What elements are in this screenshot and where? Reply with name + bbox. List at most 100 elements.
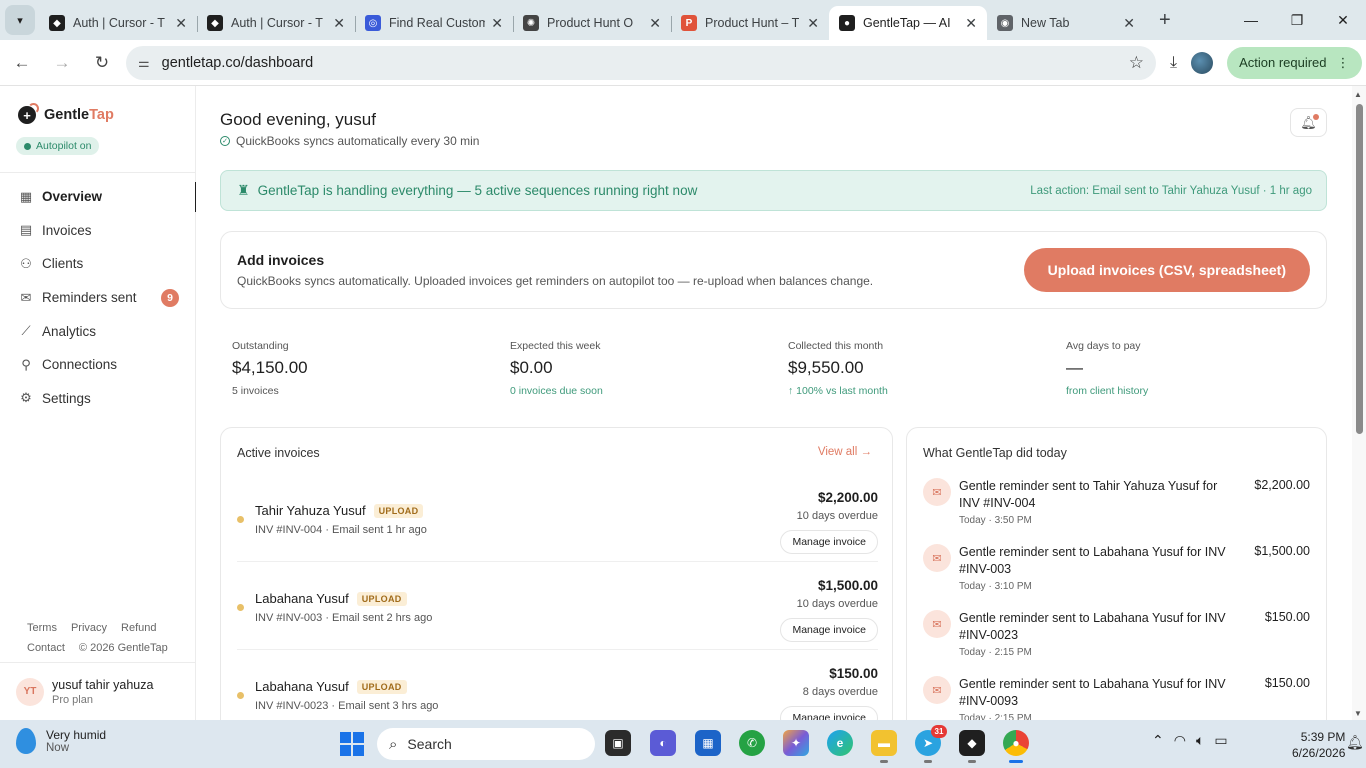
close-window-icon[interactable]: ✕ [1320, 0, 1366, 40]
stat-value: $4,150.00 [232, 358, 308, 377]
activity-amount: $2,200.00 [1254, 478, 1310, 492]
last-action-text: Last action: Email sent to Tahir Yahuza … [1030, 184, 1312, 197]
sidebar-item-overview[interactable]: ▦ Overview [0, 180, 197, 214]
browser-tab[interactable]: P Product Hunt – T ✕ [671, 6, 829, 40]
forward-button[interactable]: → [44, 45, 80, 81]
close-tab-icon[interactable]: ✕ [807, 15, 819, 32]
task-view-icon[interactable]: ▣ [605, 730, 631, 756]
browser-tab-strip: ▾ ◆ Auth | Cursor - T ✕ ◆ Auth | Cursor - T ✕… [0, 0, 1366, 40]
stat-label: Avg days to pay [1066, 340, 1141, 352]
invoice-row[interactable]: Tahir Yahuza Yusuf UPLOAD INV #INV-004 · E… [237, 474, 878, 562]
sidebar-item-clients[interactable]: ⚇ Clients [0, 247, 196, 281]
manage-invoice-button[interactable]: Manage invoice [780, 706, 878, 720]
file-explorer-icon[interactable]: ▬ [871, 730, 897, 763]
close-tab-icon[interactable]: ✕ [649, 15, 661, 32]
copilot-icon[interactable]: ✦ [783, 730, 809, 756]
sidebar-item-settings[interactable]: ⚙ Settings [0, 382, 196, 416]
stat-label: Expected this week [510, 340, 601, 352]
activity-text: Gentle reminder sent to Labahana Yusuf f… [959, 611, 1226, 642]
browser-tab[interactable]: ◎ Find Real Custom ✕ [355, 6, 513, 40]
invoice-client: Labahana Yusuf UPLOAD [255, 679, 407, 694]
add-invoices-card: Add invoices QuickBooks syncs automatica… [220, 231, 1327, 309]
browser-tab[interactable]: ◆ Auth | Cursor - T ✕ [197, 6, 355, 40]
client-name: Labahana Yusuf [255, 679, 349, 694]
invoice-row[interactable]: Labahana Yusuf UPLOAD INV #INV-003 · Email… [237, 562, 878, 650]
action-required-button[interactable]: Action required ⋮ [1227, 46, 1362, 79]
autopilot-banner: ♜ GentleTap is handling everything — 5 a… [220, 170, 1327, 211]
active-invoices-card: Active invoices View all → Tahir Yahuza … [220, 427, 893, 720]
tab-title: Product Hunt – T [705, 16, 800, 30]
tab-search-chevron-icon[interactable]: ▾ [5, 5, 35, 35]
volume-icon[interactable]: 🔈︎ [1196, 732, 1204, 749]
whatsapp-icon[interactable]: ✆ [739, 730, 765, 756]
brand-logo[interactable]: + Gentle Tap [18, 103, 114, 124]
browser-tab[interactable]: ◆ Auth | Cursor - T ✕ [39, 6, 197, 40]
browser-tab[interactable]: ● GentleTap — AI ✕ [829, 6, 987, 40]
manage-invoice-button[interactable]: Manage invoice [780, 530, 878, 554]
privacy-link[interactable]: Privacy [71, 622, 107, 634]
scroll-up-icon[interactable]: ▲ [1354, 90, 1362, 99]
status-dot-icon [237, 516, 244, 523]
close-tab-icon[interactable]: ✕ [333, 15, 345, 32]
profile-avatar[interactable] [1191, 51, 1214, 74]
windows-start-icon[interactable] [340, 732, 364, 756]
check-circle-icon: ✓ [220, 136, 230, 146]
manage-invoice-button[interactable]: Manage invoice [780, 618, 878, 642]
contact-link[interactable]: Contact [27, 642, 65, 654]
wifi-icon[interactable]: ◠ [1174, 732, 1186, 749]
activity-item[interactable]: ✉ Gentle reminder sent to Labahana Yusuf … [923, 676, 1310, 720]
invoice-amount: $2,200.00 [817, 490, 878, 505]
taskbar-search[interactable]: ⌕ Search [377, 728, 595, 760]
notification-center-icon[interactable]: 🔔︎ [1346, 734, 1364, 751]
chevron-up-icon[interactable]: ⌃ [1152, 732, 1164, 749]
battery-icon[interactable]: ▭ [1214, 732, 1227, 749]
download-icon[interactable]: ⤓ [1170, 54, 1177, 72]
site-info-icon[interactable]: ⚌ [138, 55, 150, 71]
store-icon[interactable]: ▦ [695, 730, 721, 756]
browser-tab[interactable]: ✺ Product Hunt O ✕ [513, 6, 671, 40]
activity-item[interactable]: ✉ Gentle reminder sent to Tahir Yahuza Yu… [923, 478, 1310, 544]
close-tab-icon[interactable]: ✕ [1123, 15, 1135, 32]
chrome-taskbar-icon[interactable]: ● [1003, 730, 1029, 763]
meet-icon[interactable]: ◐ [650, 730, 676, 756]
scroll-down-icon[interactable]: ▼ [1354, 709, 1362, 718]
address-bar[interactable]: ⚌ gentletap.co/dashboard ☆ [126, 45, 1156, 80]
user-profile[interactable]: YT yusuf tahir yahuza Pro plan [0, 662, 196, 720]
weather-sub: Now [46, 742, 70, 754]
notifications-button[interactable]: 🔔︎ [1290, 108, 1327, 137]
close-tab-icon[interactable]: ✕ [965, 15, 977, 32]
bookmark-star-icon[interactable]: ☆ [1129, 53, 1144, 73]
back-button[interactable]: ← [4, 45, 40, 81]
invoice-meta: INV #INV-004 · Email sent 1 hr ago [255, 524, 427, 536]
sidebar-item-connections[interactable]: ⚲ Connections [0, 348, 196, 382]
reload-button[interactable]: ↻ [84, 45, 120, 81]
today-activity-card: What GentleTap did today ✉ Gentle reminde… [906, 427, 1327, 720]
gentletap-logo-icon: + [18, 103, 39, 124]
sidebar-item-reminders-sent[interactable]: ✉ Reminders sent 9 [0, 281, 196, 315]
upload-invoices-button[interactable]: Upload invoices (CSV, spreadsheet) [1023, 248, 1310, 292]
browser-tab[interactable]: ◉ New Tab ✕ [987, 6, 1145, 40]
stat-value: $9,550.00 [788, 358, 864, 377]
user-plan: Pro plan [52, 693, 93, 706]
refund-link[interactable]: Refund [121, 622, 156, 634]
sidebar-item-analytics[interactable]: ⟋ Analytics [0, 314, 196, 348]
minimize-icon[interactable]: — [1228, 0, 1274, 40]
view-all-link[interactable]: View all → [818, 446, 872, 458]
activity-item[interactable]: ✉ Gentle reminder sent to Labahana Yusuf … [923, 544, 1310, 610]
cursor-app-icon[interactable]: ◆ [959, 730, 985, 763]
sidebar-item-invoices[interactable]: ▤ Invoices [0, 214, 196, 248]
invoice-row[interactable]: Labahana Yusuf UPLOAD INV #INV-0023 · Emai… [237, 650, 878, 720]
taskbar-clock[interactable]: 5:39 PM 6/26/2026 [1292, 729, 1345, 761]
scrollbar-thumb[interactable] [1356, 104, 1363, 434]
activity-item[interactable]: ✉ Gentle reminder sent to Labahana Yusuf … [923, 610, 1310, 676]
close-tab-icon[interactable]: ✕ [491, 15, 503, 32]
weather-widget[interactable]: Very humid Now [16, 728, 106, 754]
terms-link[interactable]: Terms [27, 622, 57, 634]
new-tab-button[interactable]: + [1159, 9, 1171, 32]
page-scrollbar[interactable]: ▲ ▼ [1352, 86, 1366, 720]
telegram-icon[interactable]: ➤ 31 [915, 725, 947, 763]
edge-icon[interactable]: e [827, 730, 853, 756]
maximize-icon[interactable]: ❐ [1274, 0, 1320, 40]
autopilot-label: Autopilot on [36, 140, 92, 152]
close-tab-icon[interactable]: ✕ [175, 15, 187, 32]
